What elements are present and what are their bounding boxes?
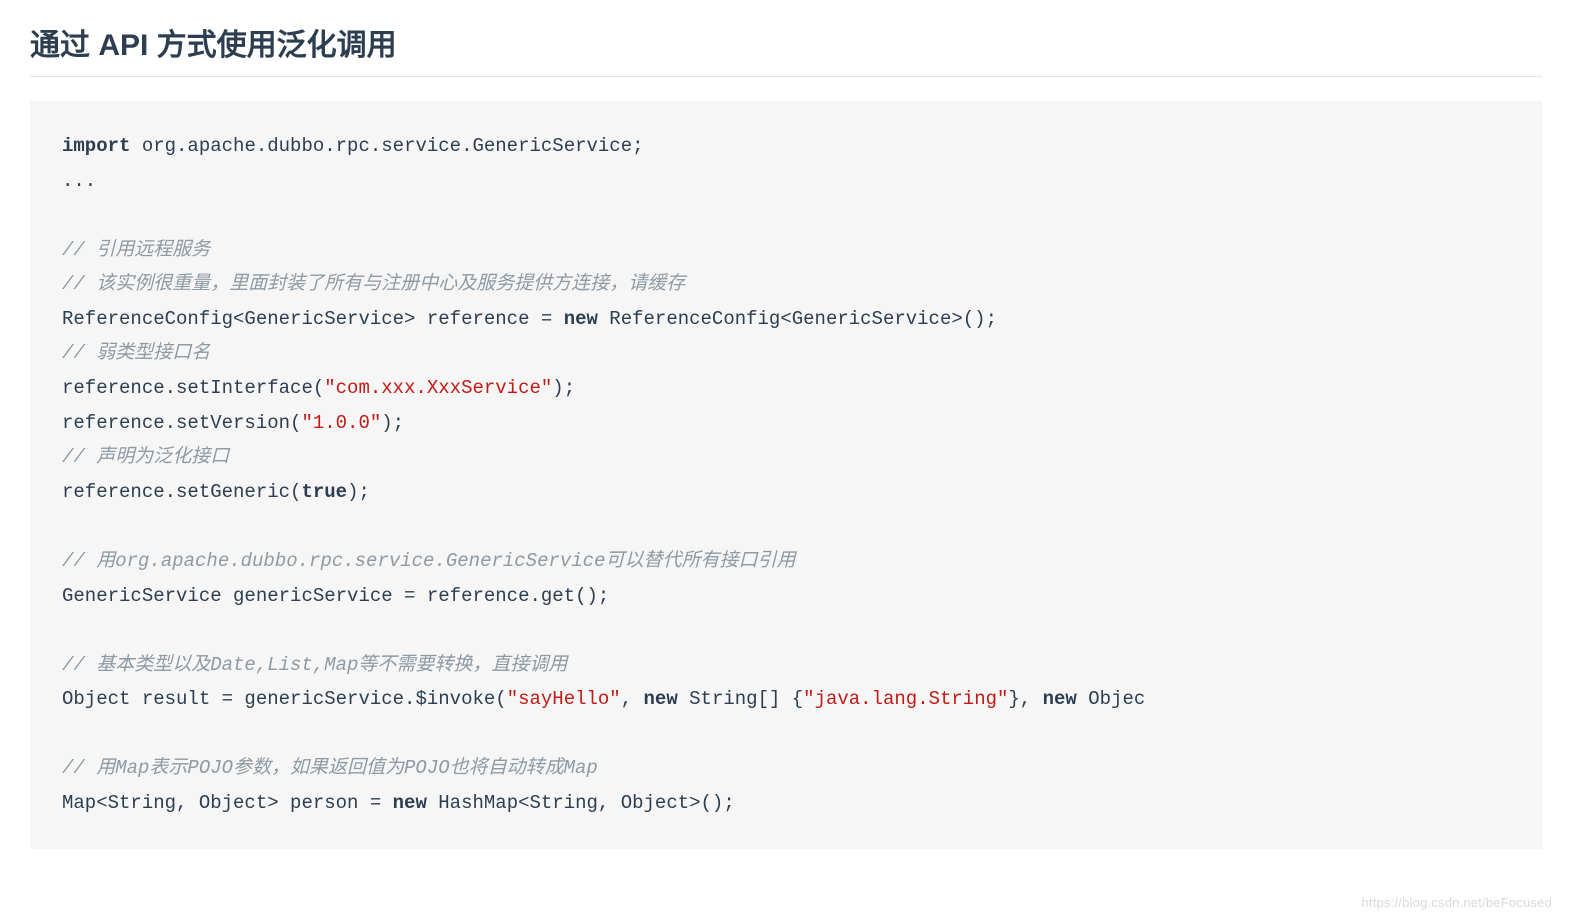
code-text: HashMap<String, Object>(); xyxy=(427,792,735,814)
code-text: , xyxy=(621,688,644,710)
string-literal: "com.xxx.XxxService" xyxy=(324,377,552,399)
code-text: ); xyxy=(381,412,404,434)
keyword-true: true xyxy=(301,481,347,503)
keyword-import: import xyxy=(62,135,130,157)
string-literal: "sayHello" xyxy=(507,688,621,710)
comment: // 用Map表示POJO参数，如果返回值为POJO也将自动转成Map xyxy=(62,757,609,779)
code-text: ); xyxy=(347,481,370,503)
comment: // 基本类型以及Date,List,Map等不需要转换，直接调用 xyxy=(62,654,579,676)
code-text: org.apache.dubbo.rpc.service.GenericServ… xyxy=(130,135,643,157)
comment: // 引用远程服务 xyxy=(62,239,222,261)
keyword-new: new xyxy=(644,688,678,710)
code-text: Map<String, Object> person = xyxy=(62,792,393,814)
comment: // 用org.apache.dubbo.rpc.service.Generic… xyxy=(62,550,818,572)
code-text: reference.setInterface( xyxy=(62,377,324,399)
code-text: ReferenceConfig<GenericService> referenc… xyxy=(62,308,564,330)
comment: // 声明为泛化接口 xyxy=(62,446,252,468)
watermark: https://blog.csdn.net/beFocused xyxy=(1362,895,1553,910)
keyword-new: new xyxy=(564,308,598,330)
code-text: Objec xyxy=(1077,688,1145,710)
code-block: import org.apache.dubbo.rpc.service.Gene… xyxy=(30,101,1542,849)
code-text: Object result = genericService.$invoke( xyxy=(62,688,507,710)
string-literal: "1.0.0" xyxy=(301,412,381,434)
comment: // 该实例很重量，里面封装了所有与注册中心及服务提供方连接，请缓存 xyxy=(62,273,685,295)
code-text: ... xyxy=(62,170,96,192)
code-text: }, xyxy=(1008,688,1042,710)
code-text: reference.setGeneric( xyxy=(62,481,301,503)
string-literal: "java.lang.String" xyxy=(803,688,1008,710)
comment: // 弱类型接口名 xyxy=(62,342,233,364)
code-text: GenericService genericService = referenc… xyxy=(62,585,609,607)
code-text: String[] { xyxy=(678,688,803,710)
section-heading: 通过 API 方式使用泛化调用 xyxy=(30,20,1542,77)
code-text: ReferenceConfig<GenericService>(); xyxy=(598,308,997,330)
code-text: ); xyxy=(552,377,575,399)
keyword-new: new xyxy=(1043,688,1077,710)
code-text: reference.setVersion( xyxy=(62,412,301,434)
keyword-new: new xyxy=(393,792,427,814)
